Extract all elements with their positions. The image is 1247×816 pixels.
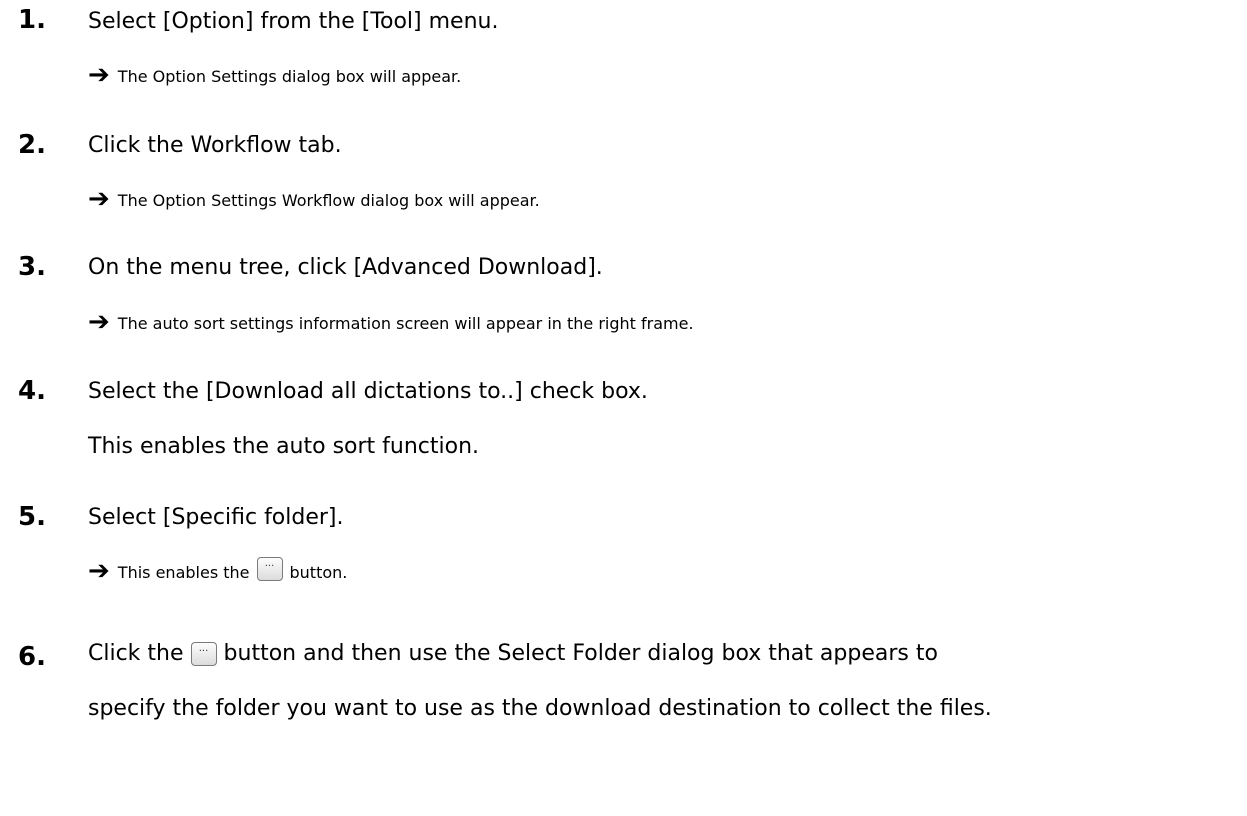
ellipsis-button-icon: ··· (256, 557, 283, 581)
step-6-text-after: button and then use the Select Folder di… (223, 641, 938, 666)
step-3-result-text: The auto sort settings information scree… (117, 314, 694, 333)
step-5-result-after: button. (289, 563, 348, 582)
step-2-text: Click the Workflow tab. (88, 133, 342, 158)
step-6-number: 6. (18, 642, 46, 672)
step-2-number: 2. (18, 130, 46, 160)
step-3-number: 3. (18, 252, 46, 282)
step-5-result-before: This enables the (117, 563, 250, 582)
step-3-text: On the menu tree, click [Advanced Downlo… (88, 255, 603, 280)
step-5-text: Select [Specific folder]. (88, 505, 344, 530)
step-5-number: 5. (18, 502, 46, 532)
step-3-result: ➔ The auto sort settings information scr… (88, 306, 694, 337)
right-arrow-icon: ➔ (88, 307, 110, 337)
step-1-number: 1. (18, 5, 46, 35)
step-4-text: Select the [Download all dictations to..… (88, 379, 648, 404)
step-6-text-before: Click the (88, 641, 184, 666)
ellipsis-button-icon: ··· (190, 642, 217, 666)
step-1-result: ➔ The Option Settings dialog box will ap… (88, 59, 462, 90)
step-6-text-line2: specify the folder you want to use as th… (88, 696, 992, 721)
right-arrow-icon: ➔ (88, 184, 110, 214)
step-2-result: ➔ The Option Settings Workflow dialog bo… (88, 183, 540, 214)
step-2-result-text: The Option Settings Workflow dialog box … (117, 191, 540, 210)
step-1-result-text: The Option Settings dialog box will appe… (117, 67, 462, 86)
step-4-note: This enables the auto sort function. (88, 434, 480, 459)
step-6-text: Click the ··· button and then use the Se… (88, 642, 938, 666)
step-5-result: ➔ This enables the ··· button. (88, 555, 348, 586)
step-4-number: 4. (18, 376, 46, 406)
right-arrow-icon: ➔ (88, 60, 110, 90)
right-arrow-icon: ➔ (88, 556, 110, 586)
step-1-text: Select [Option] from the [Tool] menu. (88, 9, 499, 34)
